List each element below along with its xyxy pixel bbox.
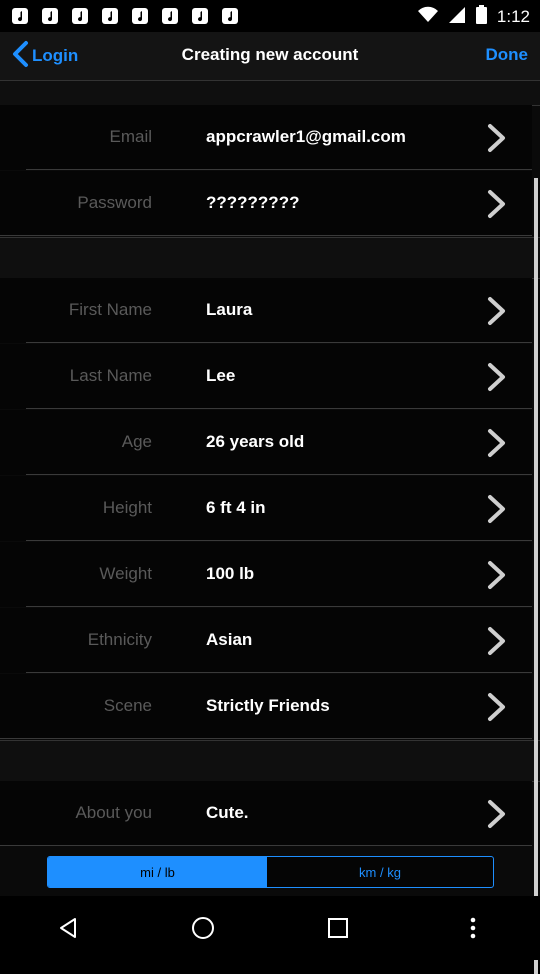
- navigation-bar: Login Creating new account Done: [0, 32, 540, 81]
- chevron-right-icon: [484, 494, 510, 524]
- row-height[interactable]: Height 6 ft 4 in: [0, 476, 532, 541]
- row-value: 26 years old: [206, 432, 305, 451]
- row-label: Password: [77, 193, 152, 212]
- scrollbar[interactable]: [534, 178, 538, 974]
- music-note-icon: [40, 6, 60, 26]
- row-label: About you: [75, 803, 152, 822]
- notification-icons: [10, 6, 240, 26]
- chevron-right-icon: [484, 626, 510, 656]
- signal-icon: [448, 6, 466, 29]
- music-note-icon: [10, 6, 30, 26]
- chevron-right-icon: [484, 296, 510, 326]
- row-label: Ethnicity: [87, 630, 152, 649]
- row-divider: [26, 606, 532, 607]
- row-label: Height: [102, 498, 152, 517]
- row-divider: [26, 169, 532, 170]
- music-note-icon: [160, 6, 180, 26]
- row-label: Last Name: [69, 366, 152, 385]
- row-divider: [0, 235, 532, 236]
- chevron-right-icon: [484, 362, 510, 392]
- row-divider: [26, 408, 532, 409]
- system-navigation-bar: [0, 896, 540, 960]
- form-content: Email appcrawler1@gmail.com Password ???…: [0, 80, 540, 974]
- chevron-right-icon: [484, 123, 510, 153]
- row-age[interactable]: Age 26 years old: [0, 410, 532, 475]
- chevron-right-icon: [484, 428, 510, 458]
- chevron-right-icon: [484, 560, 510, 590]
- done-button[interactable]: Done: [486, 45, 529, 65]
- music-note-icon: [100, 6, 120, 26]
- row-divider: [0, 845, 532, 846]
- row-ethnicity[interactable]: Ethnicity Asian: [0, 608, 532, 673]
- row-password[interactable]: Password ?????????: [0, 171, 532, 236]
- music-note-icon: [190, 6, 210, 26]
- row-divider: [26, 672, 532, 673]
- home-circle-icon[interactable]: [135, 896, 270, 960]
- section-separator: [0, 237, 540, 279]
- battery-icon: [475, 5, 487, 29]
- status-bar: 1:12: [0, 0, 540, 32]
- row-weight[interactable]: Weight 100 lb: [0, 542, 532, 607]
- row-value: Cute.: [206, 803, 249, 822]
- row-value: appcrawler1@gmail.com: [206, 127, 406, 146]
- row-label: Scene: [103, 696, 152, 715]
- row-label: Weight: [99, 564, 152, 583]
- row-value: 100 lb: [206, 564, 255, 583]
- chevron-right-icon: [484, 189, 510, 219]
- unit-toggle: mi / lb km / kg: [47, 856, 494, 888]
- row-email[interactable]: Email appcrawler1@gmail.com: [0, 105, 532, 170]
- overflow-menu-icon[interactable]: [405, 896, 540, 960]
- status-time: 1:12: [496, 7, 530, 26]
- music-note-icon: [70, 6, 90, 26]
- row-label: First Name: [68, 300, 152, 319]
- back-triangle-icon[interactable]: [0, 896, 135, 960]
- row-value: Asian: [206, 630, 253, 649]
- row-value: Lee: [206, 366, 236, 385]
- row-label: Age: [121, 432, 152, 451]
- section-separator: [0, 740, 540, 782]
- music-note-icon: [130, 6, 150, 26]
- row-value: 6 ft 4 in: [206, 498, 266, 517]
- row-about-you[interactable]: About you Cute.: [0, 781, 532, 846]
- unit-metric-button[interactable]: km / kg: [267, 857, 493, 887]
- unit-imperial-button[interactable]: mi / lb: [48, 857, 267, 887]
- row-value: Strictly Friends: [206, 696, 330, 715]
- row-first-name[interactable]: First Name Laura: [0, 278, 532, 343]
- row-divider: [0, 738, 532, 739]
- row-divider: [26, 474, 532, 475]
- chevron-right-icon: [484, 692, 510, 722]
- row-last-name[interactable]: Last Name Lee: [0, 344, 532, 409]
- chevron-right-icon: [484, 799, 510, 829]
- music-note-icon: [220, 6, 240, 26]
- row-scene[interactable]: Scene Strictly Friends: [0, 674, 532, 739]
- row-divider: [26, 540, 532, 541]
- row-divider: [26, 342, 532, 343]
- section-separator: [0, 80, 540, 106]
- row-label: Email: [109, 127, 152, 146]
- recents-square-icon[interactable]: [270, 896, 405, 960]
- row-value: Laura: [206, 300, 253, 319]
- page-title: Creating new account: [181, 45, 359, 64]
- status-right: 1:12: [417, 5, 530, 29]
- row-value: ?????????: [206, 193, 300, 212]
- wifi-icon: [417, 6, 438, 29]
